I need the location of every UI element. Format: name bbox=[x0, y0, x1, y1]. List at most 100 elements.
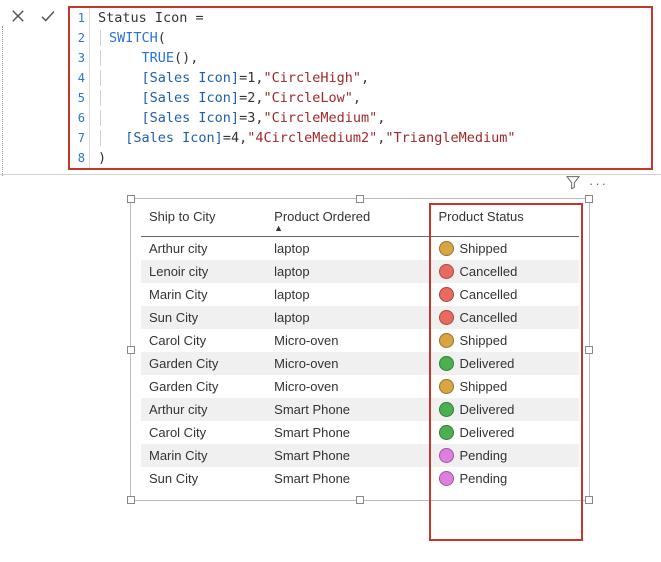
status-label: Pending bbox=[460, 471, 508, 486]
status-icon bbox=[439, 448, 454, 463]
table-row[interactable]: Garden CityMicro-oven Shipped bbox=[141, 375, 579, 398]
cell-product: Smart Phone bbox=[266, 398, 430, 421]
cell-status: Shipped bbox=[431, 375, 580, 398]
line-number: 6 bbox=[70, 108, 90, 128]
cell-product: laptop bbox=[266, 260, 430, 283]
table-row[interactable]: Sun CitySmart Phone Pending bbox=[141, 467, 579, 490]
resize-handle[interactable] bbox=[356, 496, 364, 504]
resize-handle[interactable] bbox=[585, 496, 593, 504]
visual-header-toolbar: ··· bbox=[565, 174, 608, 193]
resize-handle[interactable] bbox=[356, 195, 364, 203]
cell-product: Smart Phone bbox=[266, 444, 430, 467]
cell-status: Shipped bbox=[431, 237, 580, 261]
table-visual[interactable]: ··· Ship to City Product Ordered▲ Produc… bbox=[130, 198, 630, 501]
table-row[interactable]: Carol CitySmart Phone Delivered bbox=[141, 421, 579, 444]
more-options-icon[interactable]: ··· bbox=[589, 176, 608, 191]
status-icon bbox=[439, 333, 454, 348]
table-row[interactable]: Lenoir citylaptop Cancelled bbox=[141, 260, 579, 283]
cell-city: Carol City bbox=[141, 421, 266, 444]
status-label: Delivered bbox=[460, 425, 515, 440]
cell-status: Cancelled bbox=[431, 306, 580, 329]
resize-handle[interactable] bbox=[127, 346, 135, 354]
true-fn: TRUE bbox=[142, 50, 175, 66]
filter-icon[interactable] bbox=[565, 174, 581, 193]
status-icon bbox=[439, 379, 454, 394]
cell-product: laptop bbox=[266, 237, 430, 261]
cell-city: Sun City bbox=[141, 306, 266, 329]
status-label: Pending bbox=[460, 448, 508, 463]
cell-status: Cancelled bbox=[431, 260, 580, 283]
formula-bar: 1Status Icon = 2SWITCH( 3 TRUE(), 4 [Sal… bbox=[0, 0, 661, 170]
cell-product: laptop bbox=[266, 283, 430, 306]
line-number: 1 bbox=[70, 8, 90, 28]
sort-asc-icon: ▲ bbox=[274, 224, 422, 232]
cell-status: Delivered bbox=[431, 352, 580, 375]
table-row[interactable]: Arthur citylaptop Shipped bbox=[141, 237, 579, 261]
cell-city: Sun City bbox=[141, 467, 266, 490]
cell-status: Cancelled bbox=[431, 283, 580, 306]
status-label: Cancelled bbox=[460, 287, 518, 302]
col-header-product[interactable]: Product Ordered▲ bbox=[266, 205, 430, 237]
line-number: 3 bbox=[70, 48, 90, 68]
cell-product: Micro-oven bbox=[266, 375, 430, 398]
resize-handle[interactable] bbox=[127, 496, 135, 504]
cell-product: laptop bbox=[266, 306, 430, 329]
gutter-guide bbox=[2, 26, 3, 176]
cell-city: Arthur city bbox=[141, 398, 266, 421]
status-icon bbox=[439, 471, 454, 486]
cell-city: Lenoir city bbox=[141, 260, 266, 283]
status-label: Cancelled bbox=[460, 310, 518, 325]
status-icon bbox=[439, 356, 454, 371]
dax-editor[interactable]: 1Status Icon = 2SWITCH( 3 TRUE(), 4 [Sal… bbox=[68, 6, 653, 170]
switch-fn: SWITCH bbox=[109, 30, 158, 46]
status-label: Delivered bbox=[460, 356, 515, 371]
status-icon bbox=[439, 264, 454, 279]
table-row[interactable]: Marin Citylaptop Cancelled bbox=[141, 283, 579, 306]
cell-status: Delivered bbox=[431, 398, 580, 421]
cell-city: Arthur city bbox=[141, 237, 266, 261]
status-label: Shipped bbox=[460, 379, 508, 394]
divider bbox=[0, 174, 661, 175]
col-header-city[interactable]: Ship to City bbox=[141, 205, 266, 237]
cell-city: Carol City bbox=[141, 329, 266, 352]
cell-city: Garden City bbox=[141, 352, 266, 375]
cell-status: Pending bbox=[431, 444, 580, 467]
line-number: 7 bbox=[70, 128, 90, 148]
status-icon bbox=[439, 310, 454, 325]
status-icon bbox=[439, 402, 454, 417]
cell-city: Marin City bbox=[141, 444, 266, 467]
commit-icon[interactable] bbox=[38, 6, 58, 26]
cell-product: Micro-oven bbox=[266, 352, 430, 375]
table-row[interactable]: Sun Citylaptop Cancelled bbox=[141, 306, 579, 329]
status-label: Cancelled bbox=[460, 264, 518, 279]
line-number: 2 bbox=[70, 28, 90, 48]
line-number: 5 bbox=[70, 88, 90, 108]
cell-product: Micro-oven bbox=[266, 329, 430, 352]
measure-name: Status Icon bbox=[98, 10, 187, 26]
table-row[interactable]: Arthur citySmart Phone Delivered bbox=[141, 398, 579, 421]
resize-handle[interactable] bbox=[127, 195, 135, 203]
cell-status: Pending bbox=[431, 467, 580, 490]
status-icon bbox=[439, 425, 454, 440]
cell-product: Smart Phone bbox=[266, 467, 430, 490]
table-row[interactable]: Carol CityMicro-oven Shipped bbox=[141, 329, 579, 352]
status-icon bbox=[439, 287, 454, 302]
status-icon bbox=[439, 241, 454, 256]
cell-city: Marin City bbox=[141, 283, 266, 306]
table-row[interactable]: Garden CityMicro-oven Delivered bbox=[141, 352, 579, 375]
line-number: 8 bbox=[70, 148, 90, 168]
col-header-status[interactable]: Product Status bbox=[431, 205, 580, 237]
cell-city: Garden City bbox=[141, 375, 266, 398]
status-label: Delivered bbox=[460, 402, 515, 417]
cell-status: Shipped bbox=[431, 329, 580, 352]
cancel-icon[interactable] bbox=[8, 6, 28, 26]
data-table: Ship to City Product Ordered▲ Product St… bbox=[141, 205, 579, 490]
status-label: Shipped bbox=[460, 333, 508, 348]
resize-handle[interactable] bbox=[585, 346, 593, 354]
line-number: 4 bbox=[70, 68, 90, 88]
cell-product: Smart Phone bbox=[266, 421, 430, 444]
table-row[interactable]: Marin CitySmart Phone Pending bbox=[141, 444, 579, 467]
cell-status: Delivered bbox=[431, 421, 580, 444]
status-label: Shipped bbox=[460, 241, 508, 256]
resize-handle[interactable] bbox=[585, 195, 593, 203]
